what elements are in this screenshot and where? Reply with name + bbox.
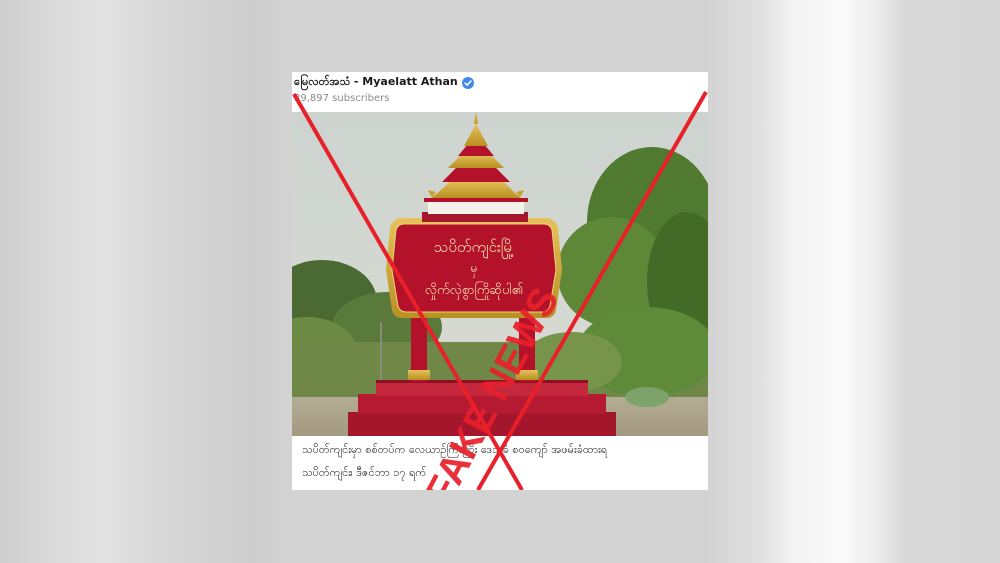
fact-check-post-card: မြေလတ်အသံ - Myaelatt Athan 39,897 subscr… xyxy=(292,72,708,490)
post-caption: သပိတ်ကျင်းမှာ စစ်တပ်က လေယာဉ်ကြီးကြိုး ဒေ… xyxy=(292,436,708,490)
verified-check-icon xyxy=(461,77,474,89)
channel-row: မြေလတ်အသံ - Myaelatt Athan xyxy=(294,75,474,91)
subscriber-count: 39,897 subscribers xyxy=(294,93,390,104)
channel-name[interactable]: မြေလတ်အသံ - Myaelatt Athan xyxy=(294,75,458,91)
caption-line: သပိတ်ကျင်းမှာ စစ်တပ်က လေယာဉ်ကြီးကြိုး ဒေ… xyxy=(302,443,608,456)
welcome-sign-photo: သပိတ်ကျင်းမြို့ မှ လှိုက်လှဲစွာကြိုဆိုပါ… xyxy=(292,112,708,436)
sign-text-line1: သပိတ်ကျင်းမြို့ xyxy=(434,237,514,259)
caption-line: သပိတ်ကျင်း၊ ဒီဇင်ဘာ ၁၇ ရက် xyxy=(302,466,427,479)
post-header: မြေလတ်အသံ - Myaelatt Athan 39,897 subscr… xyxy=(292,72,708,112)
sign-text-line3: လှိုက်လှဲစွာကြိုဆိုပါ၏ xyxy=(425,281,524,300)
